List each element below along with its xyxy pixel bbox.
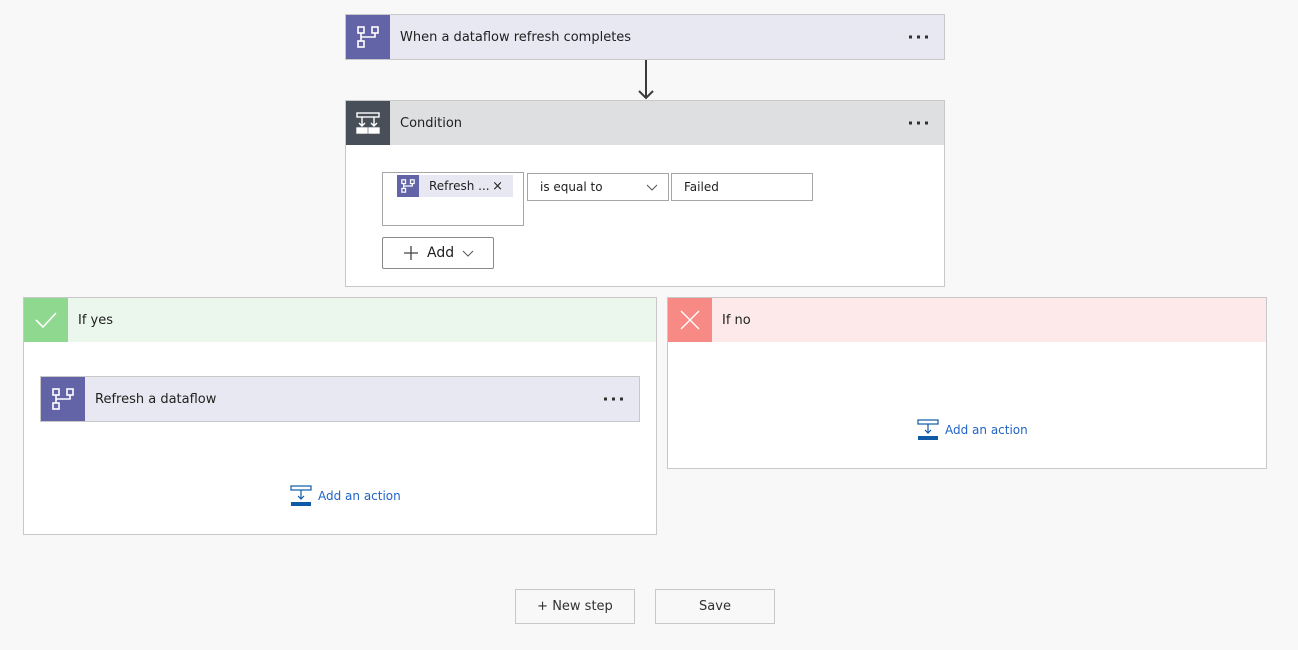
arrow-down-icon [638,60,654,100]
add-action-label: Add an action [318,489,401,503]
dynamic-token[interactable]: Refresh ... × [397,175,513,197]
remove-token-icon[interactable]: × [492,179,503,194]
operator-value: is equal to [540,180,603,194]
trigger-card[interactable]: When a dataflow refresh completes [345,14,945,60]
add-action-link-no[interactable]: Add an action [917,419,1028,441]
add-action-icon [290,485,312,506]
branch-if-no: If no Add an action [667,297,1267,469]
operator-select[interactable]: is equal to [527,173,669,201]
close-icon [668,298,712,342]
check-icon [24,298,68,342]
if-no-header[interactable]: If no [668,298,1266,342]
condition-card[interactable]: Condition Refresh ... × is equal to Add [345,100,945,287]
add-action-link-yes[interactable]: Add an action [290,485,401,507]
save-button[interactable]: Save [655,589,775,624]
ellipsis-icon[interactable] [905,118,932,129]
dataflow-icon [397,175,419,197]
if-yes-title: If yes [78,312,114,328]
ellipsis-icon[interactable] [600,394,627,405]
refresh-dataflow-action[interactable]: Refresh a dataflow [40,376,640,422]
add-label: Add [427,245,455,261]
action-header[interactable]: Refresh a dataflow [41,377,639,421]
dataflow-icon [41,377,85,421]
new-step-button[interactable]: + New step [515,589,635,624]
trigger-header[interactable]: When a dataflow refresh completes [346,15,944,59]
condition-icon [346,101,390,145]
chevron-down-icon [462,250,474,257]
chevron-down-icon [646,184,658,191]
condition-title: Condition [400,115,463,131]
condition-left-operand[interactable]: Refresh ... × [382,172,524,226]
branch-if-yes: If yes Refresh a dataflow Add an action [23,297,657,535]
ellipsis-icon[interactable] [905,32,932,43]
if-no-title: If no [722,312,751,328]
if-yes-header[interactable]: If yes [24,298,656,342]
action-title: Refresh a dataflow [95,391,217,407]
trigger-title: When a dataflow refresh completes [400,29,632,45]
plus-icon [404,246,418,260]
add-condition-button[interactable]: Add [382,237,494,269]
add-action-icon [917,419,939,440]
token-label: Refresh ... [429,179,490,193]
dataflow-icon [346,15,390,59]
add-action-label: Add an action [945,423,1028,437]
condition-value-input[interactable] [671,173,813,201]
condition-header[interactable]: Condition [346,101,944,145]
